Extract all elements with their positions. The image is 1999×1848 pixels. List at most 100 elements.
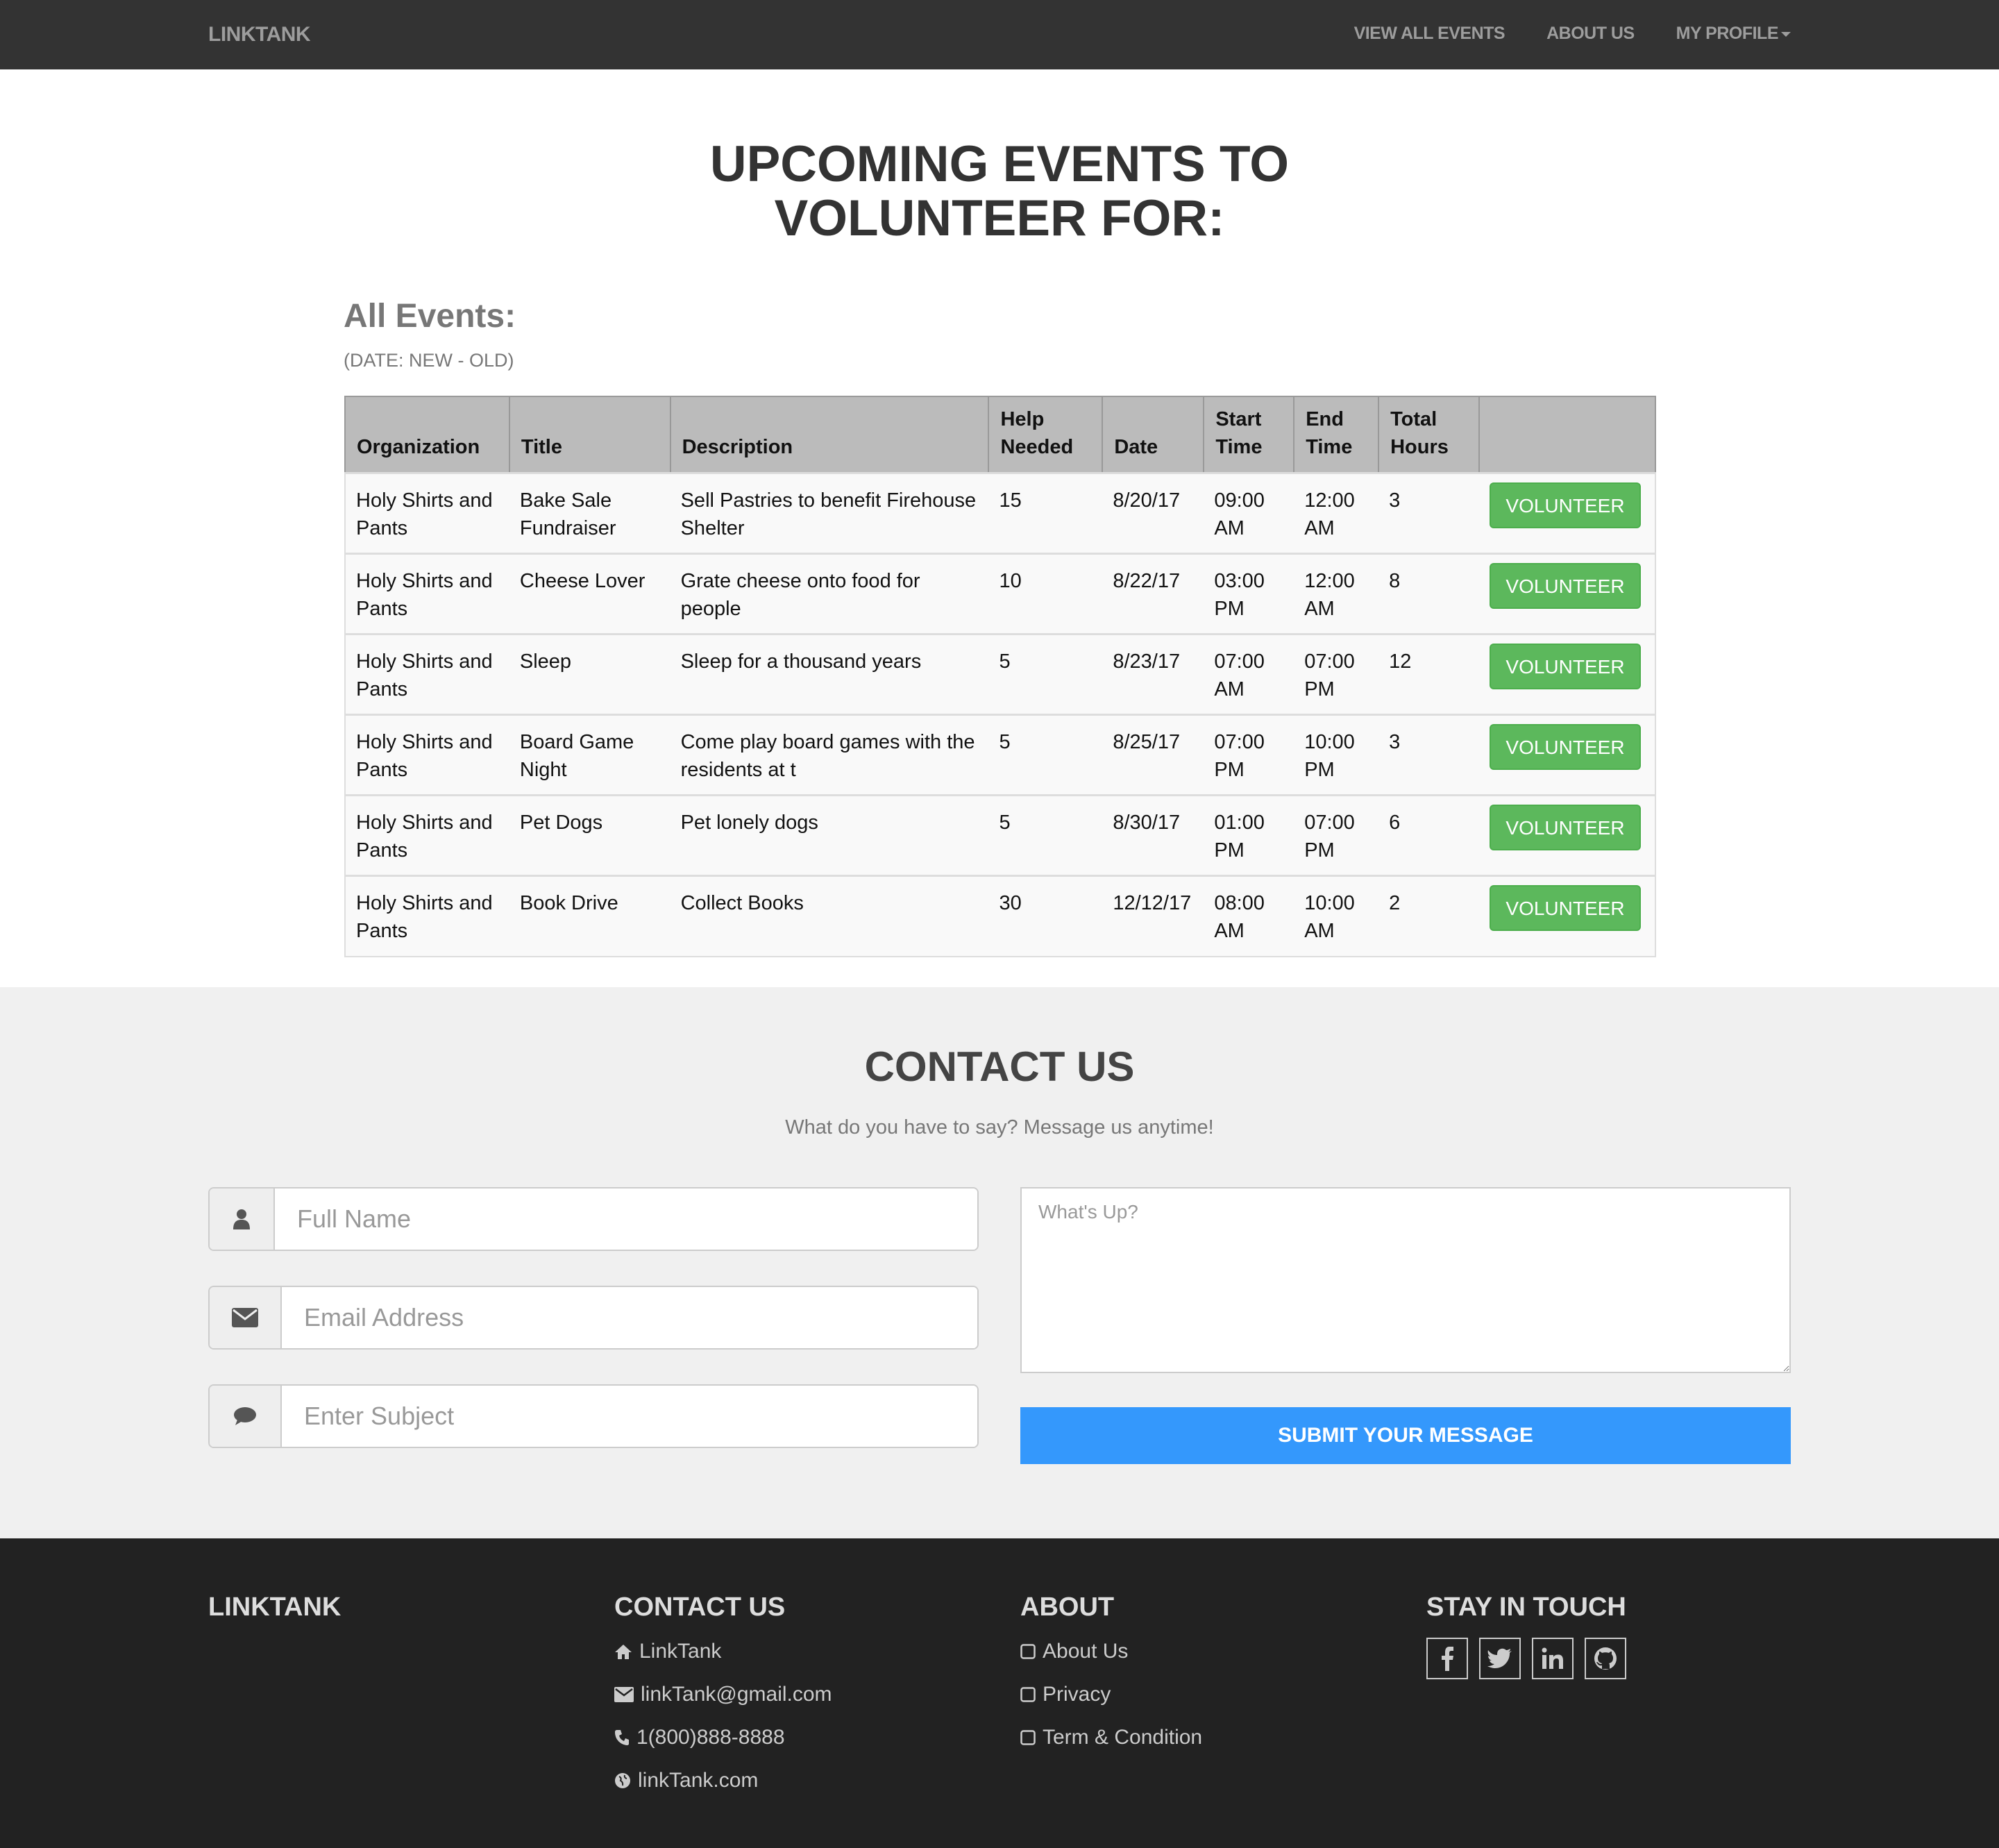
cell-total-hours: 3 [1378, 472, 1479, 554]
col-title: Title [508, 396, 671, 474]
cell-total-hours: 12 [1378, 633, 1479, 715]
cell-title: Pet Dogs [509, 794, 670, 876]
cell-end-time: 07:00 PM [1294, 633, 1379, 715]
footer-contact-email[interactable]: linkTank@gmail.com [614, 1681, 832, 1708]
cell-end-time: 12:00 AM [1294, 553, 1379, 635]
cell-total-hours: 8 [1378, 553, 1479, 635]
twitter-icon[interactable] [1479, 1638, 1521, 1679]
col-start-time: Start Time [1203, 396, 1295, 474]
nav-my-profile[interactable]: MY PROFILE [1676, 0, 1791, 69]
volunteer-button[interactable]: VOLUNTEER [1489, 885, 1641, 931]
cell-help-needed: 30 [988, 875, 1103, 957]
submit-button[interactable]: SUBMIT YOUR MESSAGE [1020, 1407, 1791, 1464]
cell-organization: Holy Shirts and Pants [344, 875, 509, 957]
footer-about-heading: ABOUT [1020, 1593, 1115, 1622]
col-action [1478, 396, 1657, 474]
footer-contact-phone: 1(800)888-8888 [614, 1724, 832, 1752]
email-input-group [208, 1286, 979, 1350]
cell-action: VOLUNTEER [1478, 553, 1657, 635]
cell-organization: Holy Shirts and Pants [344, 794, 509, 876]
footer-contact-website-text: linkTank.com [638, 1769, 759, 1792]
col-end-time: End Time [1293, 396, 1380, 474]
nav-links: VIEW ALL EVENTS ABOUT US MY PROFILE [1313, 0, 1791, 69]
cell-action: VOLUNTEER [1478, 875, 1657, 957]
contact-subtitle: What do you have to say? Message us anyt… [785, 1116, 1214, 1139]
linkedin-icon[interactable] [1532, 1638, 1574, 1679]
square-icon [1020, 1730, 1036, 1745]
cell-help-needed: 10 [988, 553, 1103, 635]
phone-icon [614, 1729, 630, 1746]
full-name-input[interactable] [275, 1188, 977, 1250]
cell-start-time: 07:00 AM [1204, 633, 1294, 715]
email-input[interactable] [282, 1287, 977, 1348]
footer-brand: LINKTANK [208, 1593, 341, 1622]
footer-brand-col: LINKTANK [208, 1593, 341, 1638]
page-title-line1: UPCOMING EVENTS TO [709, 136, 1290, 192]
contact-title: CONTACT US [864, 1043, 1135, 1090]
footer: LINKTANK CONTACT US LinkTank linkTank@gm… [0, 1538, 1999, 1848]
cell-date: 8/22/17 [1102, 553, 1204, 635]
table-row: Holy Shirts and Pants Bake Sale Fundrais… [344, 472, 1657, 554]
table-header-row: Organization Title Description Help Need… [344, 396, 1657, 474]
cell-end-time: 12:00 AM [1294, 472, 1379, 554]
cell-start-time: 09:00 AM [1204, 472, 1294, 554]
cell-organization: Holy Shirts and Pants [344, 714, 509, 796]
cell-start-time: 03:00 PM [1204, 553, 1294, 635]
nav-about-us[interactable]: ABOUT US [1546, 0, 1635, 69]
envelope-icon [614, 1687, 634, 1702]
cell-description: Sell Pastries to benefit Firehouse Shelt… [670, 472, 989, 554]
cell-date: 8/23/17 [1102, 633, 1204, 715]
cell-start-time: 08:00 AM [1204, 875, 1294, 957]
footer-link-terms-text: Term & Condition [1043, 1726, 1203, 1749]
footer-link-terms[interactable]: Term & Condition [1020, 1724, 1202, 1752]
facebook-icon[interactable] [1426, 1638, 1468, 1679]
cell-organization: Holy Shirts and Pants [344, 553, 509, 635]
cell-action: VOLUNTEER [1478, 472, 1657, 554]
volunteer-button[interactable]: VOLUNTEER [1489, 482, 1641, 528]
cell-help-needed: 5 [988, 794, 1103, 876]
footer-contact-company: LinkTank [614, 1638, 832, 1665]
cell-title: Cheese Lover [509, 553, 670, 635]
brand-logo[interactable]: LINKTANK [208, 0, 311, 69]
col-date: Date [1102, 396, 1205, 474]
social-links [1426, 1638, 1626, 1679]
subject-input[interactable] [282, 1386, 977, 1447]
cell-title: Board Game Night [509, 714, 670, 796]
contact-section: CONTACT US What do you have to say? Mess… [0, 987, 1999, 1538]
cell-description: Come play board games with the residents… [670, 714, 989, 796]
table-row: Holy Shirts and Pants Board Game Night C… [344, 714, 1657, 796]
col-description: Description [669, 396, 990, 474]
cell-description: Sleep for a thousand years [670, 633, 989, 715]
volunteer-button[interactable]: VOLUNTEER [1489, 644, 1641, 689]
footer-social-col: STAY IN TOUCH [1426, 1593, 1626, 1679]
cell-end-time: 07:00 PM [1294, 794, 1379, 876]
cell-organization: Holy Shirts and Pants [344, 472, 509, 554]
footer-social-heading: STAY IN TOUCH [1426, 1593, 1626, 1622]
cell-start-time: 07:00 PM [1204, 714, 1294, 796]
cell-description: Grate cheese onto food for people [670, 553, 989, 635]
page-title: UPCOMING EVENTS TO VOLUNTEER FOR: [0, 137, 1999, 246]
github-icon[interactable] [1585, 1638, 1626, 1679]
volunteer-button[interactable]: VOLUNTEER [1489, 724, 1641, 770]
col-total-hours: Total Hours [1378, 396, 1480, 474]
table-row: Holy Shirts and Pants Sleep Sleep for a … [344, 633, 1657, 715]
footer-link-privacy[interactable]: Privacy [1020, 1681, 1202, 1708]
cell-date: 8/20/17 [1102, 472, 1204, 554]
square-icon [1020, 1687, 1036, 1702]
cell-total-hours: 6 [1378, 794, 1479, 876]
volunteer-button[interactable]: VOLUNTEER [1489, 805, 1641, 850]
volunteer-button[interactable]: VOLUNTEER [1489, 563, 1641, 609]
nav-view-all-events[interactable]: VIEW ALL EVENTS [1354, 0, 1505, 69]
cell-action: VOLUNTEER [1478, 714, 1657, 796]
cell-description: Collect Books [670, 875, 989, 957]
message-textarea[interactable] [1020, 1187, 1791, 1373]
footer-link-about-us[interactable]: About Us [1020, 1638, 1202, 1665]
footer-about-col: ABOUT About Us Privacy Term & Condition [1020, 1593, 1202, 1767]
footer-contact-website[interactable]: linkTank.com [614, 1767, 832, 1795]
user-icon [210, 1188, 275, 1250]
cell-action: VOLUNTEER [1478, 794, 1657, 876]
cell-date: 12/12/17 [1102, 875, 1204, 957]
col-help-needed: Help Needed [988, 396, 1104, 474]
cell-total-hours: 3 [1378, 714, 1479, 796]
cell-total-hours: 2 [1378, 875, 1479, 957]
